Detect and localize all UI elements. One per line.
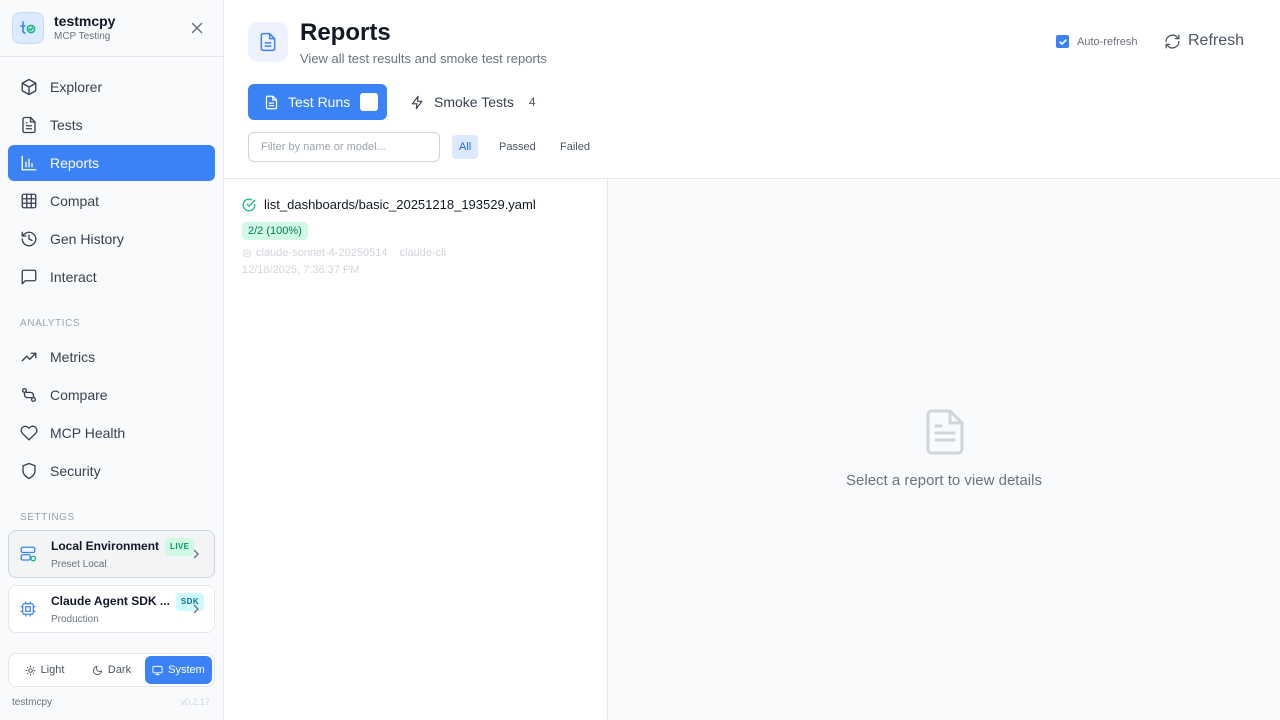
section-label-settings: SETTINGS [20,512,75,523]
sidebar-item-label: Reports [50,155,100,171]
check-circle-icon [242,198,256,212]
sidebar-item-metrics[interactable]: Metrics [8,339,215,375]
sidebar-item-security[interactable]: Security [8,453,215,489]
theme-system-label: System [168,664,205,676]
list-item[interactable]: list_dashboards/basic_20251218_193529.ya… [224,180,607,293]
report-model: claude-sonnet-4-20250514 [256,247,388,259]
sidebar-item-label: Compare [50,387,108,403]
environment-subtitle: Preset Local [51,558,107,570]
sidebar: testmcpy MCP Testing Explorer Tests Repo… [0,0,224,720]
sidebar-item-explorer[interactable]: Explorer [8,69,215,105]
report-date: 12/18/2025, 7:36:37 PM [242,264,360,276]
theme-light-label: Light [40,664,65,676]
sidebar-item-label: Tests [50,117,83,133]
agent-subtitle: Production [51,613,99,625]
sidebar-item-label: Explorer [50,79,103,95]
filter-input[interactable] [248,132,440,162]
grid-icon [20,192,38,210]
refresh-button[interactable]: Refresh [1164,32,1244,50]
message-square-icon [20,268,38,286]
theme-dark-button[interactable]: Dark [78,656,145,684]
sidebar-item-label: Compat [50,193,100,209]
sidebar-item-compat[interactable]: Compat [8,183,215,219]
document-icon [248,22,288,62]
cube-icon [20,78,38,96]
tab-smoke-tests-label: Smoke Tests [434,94,514,110]
file-text-icon [20,116,38,134]
theme-light-button[interactable]: Light [11,656,78,684]
moon-icon [92,665,103,676]
tab-smoke-tests-count: 4 [528,95,536,109]
page-header: Reports View all test results and smoke … [224,0,1280,179]
report-name: list_dashboards/basic_20251218_193529.ya… [264,197,536,212]
document-icon [924,408,966,456]
monitor-icon [152,665,163,676]
bar-chart-icon [20,154,38,172]
environment-title: Local Environment [51,538,160,553]
sidebar-item-mcp-health[interactable]: MCP Health [8,415,215,451]
agent-title: Claude Agent SDK ... [51,593,170,608]
analytics-nav: Metrics Compare MCP Health Security [8,339,215,491]
filter-all-button[interactable]: All [452,135,479,159]
auto-refresh-checkbox[interactable] [1056,35,1069,48]
page-subtitle: View all test results and smoke test rep… [300,51,547,66]
sidebar-item-label: Interact [50,269,97,285]
sidebar-item-label: Gen History [50,231,124,247]
sun-icon [25,664,36,676]
brand-header: testmcpy MCP Testing [0,0,223,57]
sidebar-item-label: MCP Health [50,425,126,441]
tab-test-runs-label: Test Runs [288,94,351,110]
sidebar-item-tests[interactable]: Tests [8,107,215,143]
sidebar-item-compare[interactable]: Compare [8,377,215,413]
theme-system-button[interactable]: System [145,656,212,684]
brand-name: testmcpy [54,13,116,29]
filter-failed-button[interactable]: Failed [553,135,597,159]
history-icon [20,230,38,248]
report-provider: claude-cli [399,247,446,259]
footer-app-name: testmcpy [12,697,53,708]
main-content: Reports View all test results and smoke … [224,0,1280,720]
score-badge: 2/2 (100%) [242,222,308,240]
theme-switcher: Light Dark System [8,653,215,687]
footer-version: v0.2.17 [180,697,210,707]
refresh-icon [1164,33,1181,50]
sidebar-item-label: Security [50,463,101,479]
main-nav: Explorer Tests Reports Compat Gen Histor… [8,69,215,297]
sidebar-item-label: Metrics [50,349,96,365]
auto-refresh-toggle[interactable]: Auto-refresh [1056,35,1138,48]
report-list: list_dashboards/basic_20251218_193529.ya… [224,180,608,720]
file-text-icon [264,95,279,110]
report-detail-panel: Select a report to view details [608,180,1280,720]
environment-selector[interactable]: Local Environment LIVE Preset Local [8,530,215,578]
brand-subtitle: MCP Testing [54,31,111,42]
refresh-label: Refresh [1188,32,1245,49]
empty-state-text: Select a report to view details [846,472,1042,489]
git-compare-icon [20,386,38,404]
auto-refresh-label: Auto-refresh [1077,35,1138,48]
heart-icon [20,424,38,442]
logo-icon [12,12,44,44]
server-icon [19,545,37,563]
filter-passed-button[interactable]: Passed [492,135,543,159]
chevron-right-icon [190,548,202,560]
close-icon[interactable] [189,20,205,36]
page-title: Reports [300,19,391,46]
cpu-icon [19,600,37,618]
trending-up-icon [20,348,38,366]
cpu-icon [242,248,252,258]
sidebar-item-interact[interactable]: Interact [8,259,215,295]
agent-selector[interactable]: Claude Agent SDK ... SDK Production [8,585,215,633]
chevron-right-icon [190,603,202,615]
theme-dark-label: Dark [107,664,132,676]
shield-icon [20,462,38,480]
tab-test-runs-count [360,93,379,111]
tab-test-runs[interactable]: Test Runs [248,84,387,120]
section-label-analytics: ANALYTICS [20,318,81,329]
sidebar-item-reports[interactable]: Reports [8,145,215,181]
zap-icon [410,95,425,110]
tab-smoke-tests[interactable]: Smoke Tests 4 [410,84,536,120]
sidebar-item-gen-history[interactable]: Gen History [8,221,215,257]
